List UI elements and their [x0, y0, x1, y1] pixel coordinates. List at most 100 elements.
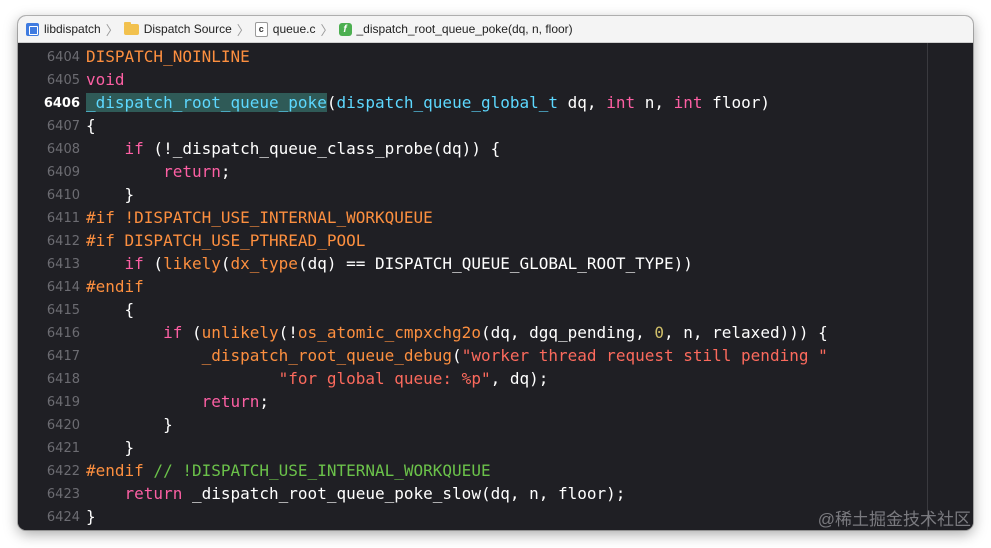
code-line[interactable]: DISPATCH_NOINLINE: [86, 47, 250, 66]
code-token: floor): [702, 93, 770, 112]
code-line[interactable]: #if !DISPATCH_USE_INTERNAL_WORKQUEUE: [86, 208, 433, 227]
code-token: 0: [654, 323, 664, 342]
code-token: #endif: [86, 461, 144, 480]
code-line[interactable]: if (likely(dx_type(dq) == DISPATCH_QUEUE…: [86, 254, 693, 273]
line-number: 6415: [46, 303, 80, 318]
code-token: DISPATCH_NOINLINE: [86, 47, 250, 66]
code-line[interactable]: _dispatch_root_queue_debug("worker threa…: [86, 346, 828, 365]
code-token: likely: [163, 254, 221, 273]
code-token: #if DISPATCH_USE_PTHREAD_POOL: [86, 231, 366, 250]
line-number: 6423: [46, 487, 80, 502]
code-token: ;: [220, 162, 231, 181]
code-token: // !DISPATCH_USE_INTERNAL_WORKQUEUE: [143, 461, 491, 480]
code-token: (: [220, 254, 231, 273]
line-number: 6410: [46, 188, 80, 203]
code-token: {: [86, 116, 96, 135]
code-line[interactable]: }: [86, 507, 96, 526]
code-token: dx_type: [230, 254, 298, 273]
line-number: 6422: [46, 464, 80, 479]
line-number: 6408: [46, 142, 80, 157]
line-number: 6417: [46, 349, 80, 364]
line-number: 6411: [46, 211, 80, 226]
code-line[interactable]: "for global queue: %p", dq);: [86, 369, 549, 388]
code-line[interactable]: _dispatch_root_queue_poke(dispatch_queue…: [86, 93, 770, 112]
code-token: _dispatch_root_queue_poke: [86, 93, 327, 112]
line-number: 6418: [46, 372, 80, 387]
code-token: return: [163, 162, 221, 181]
code-token: unlikely: [201, 323, 279, 342]
code-token: int: [606, 93, 636, 112]
line-number: 6416: [46, 326, 80, 341]
code-line[interactable]: {: [86, 116, 96, 135]
code-token: if: [163, 323, 183, 342]
breadcrumb-symbol[interactable]: f _dispatch_root_queue_poke(dq, n, floor…: [338, 22, 573, 36]
code-token: }: [86, 415, 173, 434]
code-token: #if !DISPATCH_USE_INTERNAL_WORKQUEUE: [86, 208, 433, 227]
code-token: _dispatch_root_queue_debug: [201, 346, 453, 365]
code-token: {: [86, 300, 135, 319]
jump-bar: libdispatch 〉 Dispatch Source 〉 c queue.…: [18, 16, 973, 43]
code-token: return: [124, 484, 183, 503]
line-number: 6404: [46, 50, 80, 65]
project-icon: [26, 22, 39, 36]
code-line[interactable]: if (!_dispatch_queue_class_probe(dq)) {: [86, 139, 501, 158]
folder-icon: [123, 22, 139, 35]
breadcrumb-label: Dispatch Source: [143, 22, 232, 36]
editor-window: libdispatch 〉 Dispatch Source 〉 c queue.…: [18, 16, 973, 530]
line-number: 6407: [46, 119, 80, 134]
breadcrumb-file[interactable]: c queue.c: [254, 21, 316, 37]
breadcrumb-label: queue.c: [272, 22, 316, 36]
line-number: 6414: [46, 280, 80, 295]
code-line[interactable]: #if DISPATCH_USE_PTHREAD_POOL: [86, 231, 365, 250]
code-token: , dq);: [490, 369, 549, 388]
code-token: (: [143, 254, 164, 273]
code-token: (!_dispatch_queue_class_probe(dq)) {: [143, 139, 501, 158]
watermark: @稀土掘金技术社区: [817, 510, 971, 529]
breadcrumb-group[interactable]: Dispatch Source: [123, 22, 232, 36]
code-line[interactable]: if (unlikely(!os_atomic_cmpxchg2o(dq, dg…: [86, 323, 828, 342]
code-line[interactable]: }: [86, 415, 173, 434]
code-token: ;: [259, 392, 270, 411]
breadcrumb-project[interactable]: libdispatch: [26, 22, 101, 36]
chevron-right-icon: 〉: [320, 22, 334, 38]
code-line[interactable]: return;: [86, 392, 269, 411]
c-file-icon: c: [254, 21, 268, 37]
code-token: }: [86, 507, 96, 526]
line-number: 6421: [46, 441, 80, 456]
breadcrumb-label: _dispatch_root_queue_poke(dq, n, floor): [356, 22, 573, 36]
code-token: "worker thread request still pending ": [461, 346, 828, 365]
line-number: 6409: [46, 165, 80, 180]
code-line[interactable]: #endif // !DISPATCH_USE_INTERNAL_WORKQUE…: [86, 461, 491, 480]
code-token: void: [86, 70, 125, 89]
code-token: (dq, dgq_pending,: [480, 323, 655, 342]
code-line[interactable]: }: [86, 438, 135, 457]
code-token: int: [673, 93, 703, 112]
code-token: if: [124, 254, 144, 273]
line-number: 6424: [46, 510, 80, 525]
code-token: "for global queue: %p": [278, 369, 491, 388]
code-token: _dispatch_root_queue_poke_slow(dq, n, fl…: [182, 484, 626, 503]
code-token: }: [86, 438, 135, 457]
code-editor[interactable]: 6404 DISPATCH_NOINLINE 6405 void 6406 _dispat…: [18, 43, 973, 530]
function-icon: f: [338, 22, 352, 36]
page-guide-divider: [927, 43, 928, 530]
code-line[interactable]: void: [86, 70, 125, 89]
code-line[interactable]: {: [86, 300, 135, 319]
chevron-right-icon: 〉: [105, 22, 119, 38]
code-line[interactable]: return;: [86, 162, 231, 181]
code-token: dispatch_queue_global_t: [336, 93, 559, 112]
code-token: (dq) == DISPATCH_QUEUE_GLOBAL_ROOT_TYPE)…: [297, 254, 693, 273]
code-token: n,: [635, 93, 674, 112]
code-line[interactable]: #endif: [86, 277, 144, 296]
code-line[interactable]: return _dispatch_root_queue_poke_slow(dq…: [86, 484, 626, 503]
code-line[interactable]: }: [86, 185, 135, 204]
code-token: (!: [278, 323, 298, 342]
code-token: (: [182, 323, 202, 342]
